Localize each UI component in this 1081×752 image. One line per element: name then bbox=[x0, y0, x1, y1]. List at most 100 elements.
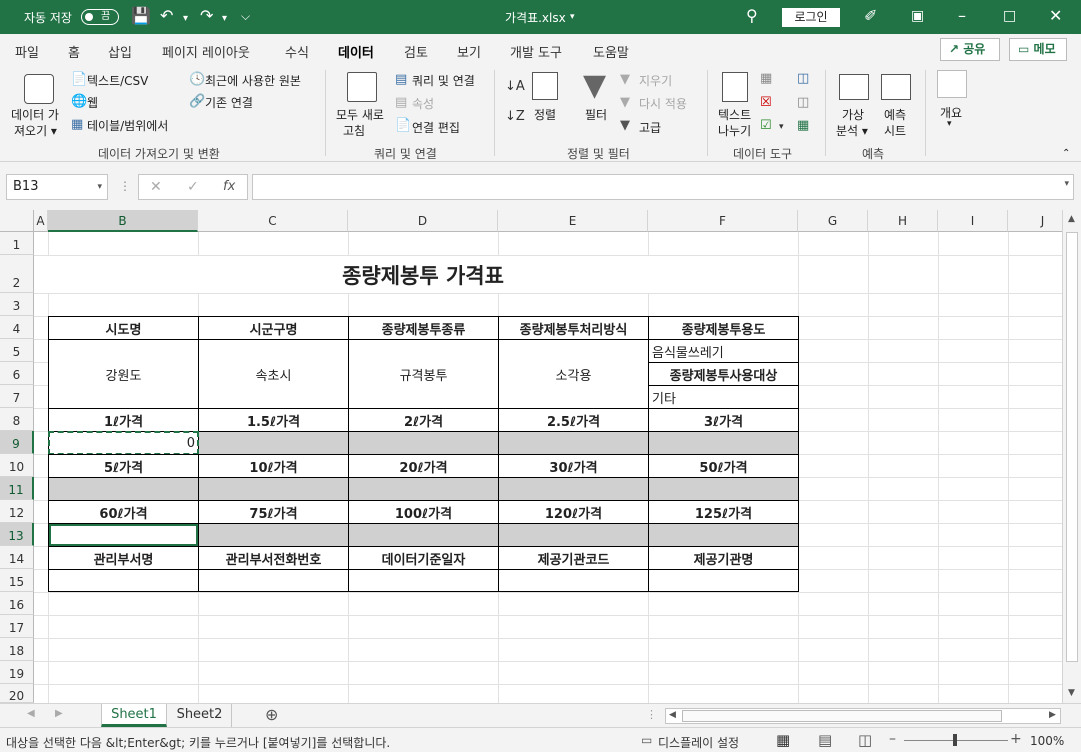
cell-b8[interactable]: 1ℓ가격 bbox=[48, 408, 199, 432]
undo-icon[interactable]: ↶ bbox=[160, 7, 173, 25]
enter-icon[interactable]: ✓ bbox=[187, 179, 199, 195]
row-header[interactable]: 3 bbox=[0, 293, 34, 316]
cell-f12[interactable]: 125ℓ가격 bbox=[648, 500, 799, 524]
data-validation-icon[interactable]: ☑ bbox=[760, 119, 772, 133]
row-header[interactable]: 10 bbox=[0, 454, 34, 477]
existing-connections-button[interactable]: 기존 연결 bbox=[205, 94, 253, 111]
cell-b11[interactable] bbox=[48, 477, 199, 501]
name-box[interactable]: B13 ▾ bbox=[6, 174, 108, 200]
sheet-tab-sheet1[interactable]: Sheet1 bbox=[101, 704, 167, 727]
column-header-c[interactable]: C bbox=[198, 210, 348, 232]
what-if-label-1[interactable]: 가상 bbox=[842, 106, 864, 123]
save-icon[interactable]: 💾 bbox=[131, 7, 151, 25]
tab-insert[interactable]: 삽입 bbox=[108, 42, 132, 61]
insert-function-icon[interactable]: fx bbox=[223, 179, 235, 194]
cell-f5[interactable]: 음식물쓰레기 bbox=[648, 339, 799, 363]
display-settings-button[interactable]: 디스플레이 설정 bbox=[658, 734, 739, 751]
zoom-out-icon[interactable]: – bbox=[889, 731, 896, 747]
relationships-icon[interactable]: ◫ bbox=[797, 96, 809, 110]
row-header[interactable]: 15 bbox=[0, 569, 34, 592]
forecast-label-2[interactable]: 시트 bbox=[884, 122, 906, 139]
from-table-button[interactable]: 테이블/범위에서 bbox=[87, 117, 168, 134]
close-icon[interactable]: ✕ bbox=[1049, 7, 1062, 25]
column-header-e[interactable]: E bbox=[498, 210, 648, 232]
web-button[interactable]: 웹 bbox=[87, 94, 98, 111]
zoom-level[interactable]: 100% bbox=[1030, 734, 1064, 748]
cell-b5[interactable]: 강원도 bbox=[48, 339, 199, 409]
chevron-down-icon[interactable]: ▾ bbox=[570, 12, 575, 22]
data-model-icon[interactable]: ▦ bbox=[797, 119, 809, 133]
row-header[interactable]: 9 bbox=[0, 431, 34, 454]
tab-help[interactable]: 도움말 bbox=[593, 42, 629, 61]
add-sheet-icon[interactable]: ⊕ bbox=[265, 705, 278, 724]
row-header[interactable]: 14 bbox=[0, 546, 34, 569]
queries-connections-button[interactable]: 쿼리 및 연결 bbox=[412, 72, 475, 89]
cell-d8[interactable]: 2ℓ가격 bbox=[348, 408, 499, 432]
cell-c14[interactable]: 관리부서전화번호 bbox=[198, 546, 349, 570]
column-header-h[interactable]: H bbox=[868, 210, 938, 232]
column-header-g[interactable]: G bbox=[798, 210, 868, 232]
cell-f9[interactable] bbox=[648, 431, 799, 455]
tab-data[interactable]: 데이터 bbox=[338, 42, 374, 67]
horizontal-scroll-thumb[interactable] bbox=[682, 710, 1002, 722]
tab-view[interactable]: 보기 bbox=[457, 42, 481, 61]
cell-c10[interactable]: 10ℓ가격 bbox=[198, 454, 349, 478]
cell-c11[interactable] bbox=[198, 477, 349, 501]
cell-b4[interactable]: 시도명 bbox=[48, 316, 199, 340]
scroll-up-icon[interactable]: ▲ bbox=[1068, 214, 1075, 224]
cell-c13[interactable] bbox=[198, 523, 349, 547]
consolidate-icon[interactable]: ◫ bbox=[797, 72, 809, 86]
normal-view-icon[interactable]: ▦ bbox=[776, 731, 790, 749]
cell-e4[interactable]: 종량제봉투처리방식 bbox=[498, 316, 649, 340]
filter-button[interactable]: 필터 bbox=[585, 106, 607, 123]
chevron-down-icon[interactable]: ▾ bbox=[1064, 179, 1069, 189]
row-header[interactable]: 8 bbox=[0, 408, 34, 431]
zoom-slider-handle[interactable] bbox=[953, 734, 957, 746]
row-header[interactable]: 16 bbox=[0, 592, 34, 615]
cell-c8[interactable]: 1.5ℓ가격 bbox=[198, 408, 349, 432]
cell-d15[interactable] bbox=[348, 569, 499, 592]
edit-links-button[interactable]: 연결 편집 bbox=[412, 119, 460, 136]
minimize-icon[interactable]: – bbox=[958, 7, 966, 25]
page-break-view-icon[interactable]: ◫ bbox=[858, 731, 872, 749]
row-header[interactable]: 7 bbox=[0, 385, 34, 408]
cell-e9[interactable] bbox=[498, 431, 649, 455]
zoom-in-icon[interactable]: + bbox=[1010, 731, 1022, 747]
cell-e10[interactable]: 30ℓ가격 bbox=[498, 454, 649, 478]
cell-b14[interactable]: 관리부서명 bbox=[48, 546, 199, 570]
text-to-columns-label-1[interactable]: 텍스트 bbox=[718, 106, 751, 123]
cell-e8[interactable]: 2.5ℓ가격 bbox=[498, 408, 649, 432]
forecast-label-1[interactable]: 예측 bbox=[884, 106, 906, 123]
cell-b12[interactable]: 60ℓ가격 bbox=[48, 500, 199, 524]
cell-d4[interactable]: 종량제봉투종류 bbox=[348, 316, 499, 340]
reapply-button[interactable]: 다시 적용 bbox=[639, 95, 687, 112]
maximize-icon[interactable]: □ bbox=[1003, 7, 1016, 25]
cell-e15[interactable] bbox=[498, 569, 649, 592]
cell-c4[interactable]: 시군구명 bbox=[198, 316, 349, 340]
cell-f13[interactable] bbox=[648, 523, 799, 547]
recent-sources-button[interactable]: 최근에 사용한 원본 bbox=[205, 72, 301, 89]
redo-icon[interactable]: ↷ bbox=[200, 7, 213, 25]
tab-file[interactable]: 파일 bbox=[15, 42, 39, 61]
cell-c12[interactable]: 75ℓ가격 bbox=[198, 500, 349, 524]
sort-az-icon[interactable]: ↓A bbox=[505, 80, 525, 94]
scroll-left-icon[interactable]: ◀ bbox=[669, 710, 676, 720]
comments-button[interactable]: ▭ 메모 bbox=[1009, 38, 1067, 61]
row-header[interactable]: 20 bbox=[0, 684, 34, 703]
cell-c5[interactable]: 속초시 bbox=[198, 339, 349, 409]
sheet-tab-sheet2[interactable]: Sheet2 bbox=[168, 704, 232, 727]
column-header-i[interactable]: I bbox=[938, 210, 1008, 232]
cell-f14[interactable]: 제공기관명 bbox=[648, 546, 799, 570]
cell-d5[interactable]: 규격봉투 bbox=[348, 339, 499, 409]
tab-review[interactable]: 검토 bbox=[404, 42, 428, 61]
pen-icon[interactable]: ✐ bbox=[864, 7, 877, 25]
row-header[interactable]: 18 bbox=[0, 638, 34, 661]
row-header[interactable]: 6 bbox=[0, 362, 34, 385]
scroll-right-icon[interactable]: ▶ bbox=[1049, 710, 1056, 720]
advanced-button[interactable]: 고급 bbox=[639, 119, 661, 136]
cell-e11[interactable] bbox=[498, 477, 649, 501]
sheet-title[interactable]: 종량제봉투 가격표 bbox=[48, 256, 798, 293]
cell-b13[interactable] bbox=[48, 523, 199, 547]
row-header[interactable]: 19 bbox=[0, 661, 34, 684]
scroll-down-icon[interactable]: ▼ bbox=[1068, 688, 1075, 698]
